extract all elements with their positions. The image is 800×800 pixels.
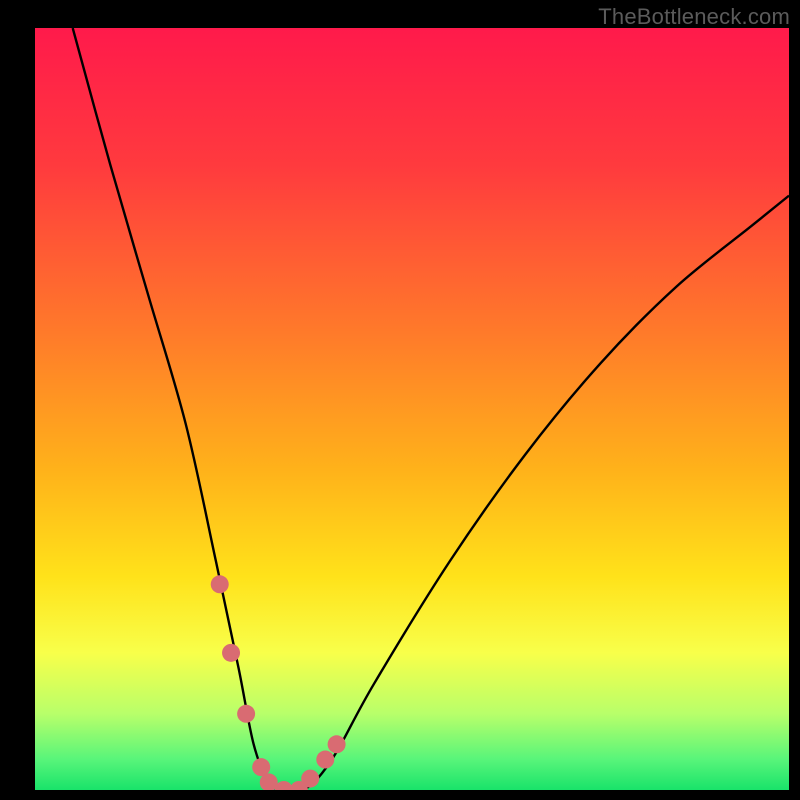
highlight-marker	[328, 735, 346, 753]
highlight-marker	[211, 575, 229, 593]
highlight-marker	[252, 758, 270, 776]
watermark-text: TheBottleneck.com	[598, 4, 790, 30]
highlight-marker	[237, 705, 255, 723]
chart-container: TheBottleneck.com	[0, 0, 800, 800]
highlight-marker	[222, 644, 240, 662]
bottleneck-chart	[0, 0, 800, 800]
plot-background	[35, 28, 789, 790]
highlight-marker	[316, 751, 334, 769]
highlight-marker	[301, 770, 319, 788]
